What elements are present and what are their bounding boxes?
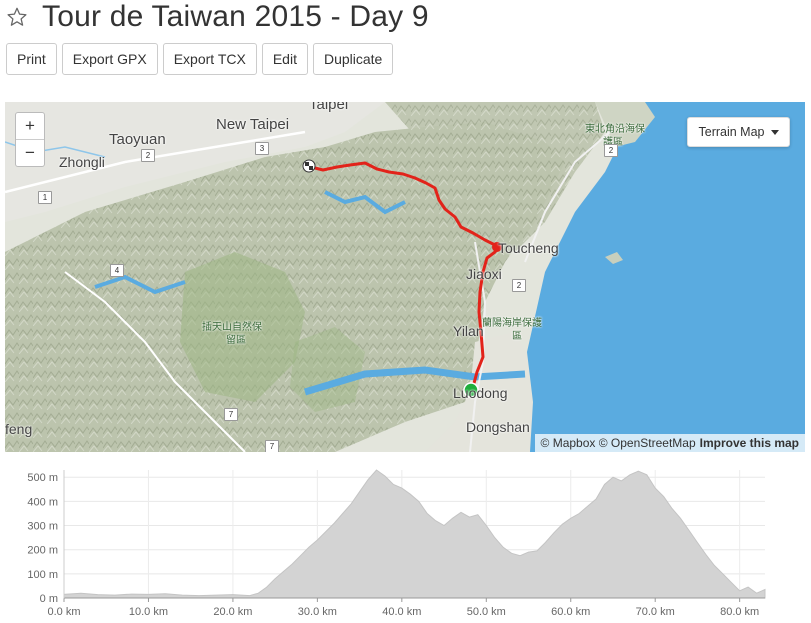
label-lanyang-reserve-2: 區 bbox=[512, 331, 522, 342]
map-attribution: © Mapbox © OpenStreetMap Improve this ma… bbox=[534, 434, 805, 452]
elevation-profile[interactable]: 0 m 100 m 200 m 300 m 400 m 500 m 0.0 km 10.0 k… bbox=[0, 458, 811, 623]
road-shield: 3 bbox=[255, 142, 269, 155]
improve-map-link[interactable]: Improve this map bbox=[700, 436, 799, 450]
label-taipei: Taipei bbox=[309, 102, 349, 113]
finish-marker[interactable] bbox=[302, 159, 316, 173]
label-luodong: Luodong bbox=[453, 385, 508, 401]
road-shield: 7 bbox=[265, 440, 279, 452]
label-dongshan: Dongshan bbox=[466, 419, 530, 435]
export-gpx-button[interactable]: Export GPX bbox=[61, 43, 158, 75]
y-tick-label: 0 m bbox=[40, 593, 58, 605]
edit-button[interactable]: Edit bbox=[261, 43, 308, 75]
elevation-area[interactable] bbox=[63, 469, 766, 599]
y-tick-label: 200 m bbox=[27, 545, 58, 557]
x-tick-label: 60.0 km bbox=[551, 606, 590, 618]
x-tick-label: 20.0 km bbox=[213, 606, 252, 618]
x-tick-label: 40.0 km bbox=[382, 606, 421, 618]
x-tick-label: 80.0 km bbox=[720, 606, 759, 618]
road-shield: 7 bbox=[224, 408, 238, 421]
label-taoyuan: Taoyuan bbox=[109, 131, 166, 148]
duplicate-button[interactable]: Duplicate bbox=[312, 43, 394, 75]
label-yilan: Yilan bbox=[453, 323, 484, 339]
zoom-in-button[interactable]: + bbox=[16, 113, 44, 139]
road-shield: 1 bbox=[38, 191, 52, 204]
map-canvas[interactable] bbox=[5, 102, 805, 452]
road-shield: 4 bbox=[110, 264, 124, 277]
title-row: Tour de Taiwan 2015 - Day 9 bbox=[6, 0, 429, 34]
mapbox-link[interactable]: © Mapbox bbox=[541, 436, 596, 450]
x-tick-label: 10.0 km bbox=[129, 606, 168, 618]
y-tick-label: 100 m bbox=[27, 569, 58, 581]
x-tick-label: 50.0 km bbox=[467, 606, 506, 618]
star-outline-icon[interactable] bbox=[6, 6, 28, 28]
label-zhongli: Zhongli bbox=[59, 154, 105, 170]
road-shield: 2 bbox=[141, 149, 155, 162]
page-title: Tour de Taiwan 2015 - Day 9 bbox=[42, 0, 429, 33]
osm-link[interactable]: © OpenStreetMap bbox=[599, 436, 696, 450]
label-jiaoxi: Jiaoxi bbox=[466, 266, 502, 282]
zoom-control: + − bbox=[15, 112, 45, 167]
x-tick-label: 30.0 km bbox=[298, 606, 337, 618]
map-type-dropdown[interactable]: Terrain Map bbox=[687, 117, 790, 147]
print-button[interactable]: Print bbox=[6, 43, 57, 75]
route-map[interactable]: Taipei New Taipei Taoyuan Zhongli Touche… bbox=[5, 102, 805, 452]
export-tcx-button[interactable]: Export TCX bbox=[162, 43, 257, 75]
map-type-label: Terrain Map bbox=[698, 125, 765, 139]
road-shield: 2 bbox=[604, 144, 618, 157]
x-tick-label: 0.0 km bbox=[47, 606, 80, 618]
label-new-taipei: New Taipei bbox=[216, 116, 290, 133]
road-shield: 2 bbox=[512, 279, 526, 292]
zoom-out-button[interactable]: − bbox=[16, 139, 44, 166]
y-tick-label: 400 m bbox=[27, 496, 58, 508]
y-tick-label: 500 m bbox=[27, 472, 58, 484]
label-chatian-reserve-2: 留區 bbox=[226, 335, 246, 346]
label-toucheng: Toucheng bbox=[498, 240, 559, 256]
x-tick-label: 70.0 km bbox=[636, 606, 675, 618]
toolbar: Print Export GPX Export TCX Edit Duplica… bbox=[6, 43, 394, 75]
caret-down-icon bbox=[770, 129, 779, 135]
label-fengbin: feng bbox=[5, 421, 33, 437]
y-tick-label: 300 m bbox=[27, 521, 58, 533]
